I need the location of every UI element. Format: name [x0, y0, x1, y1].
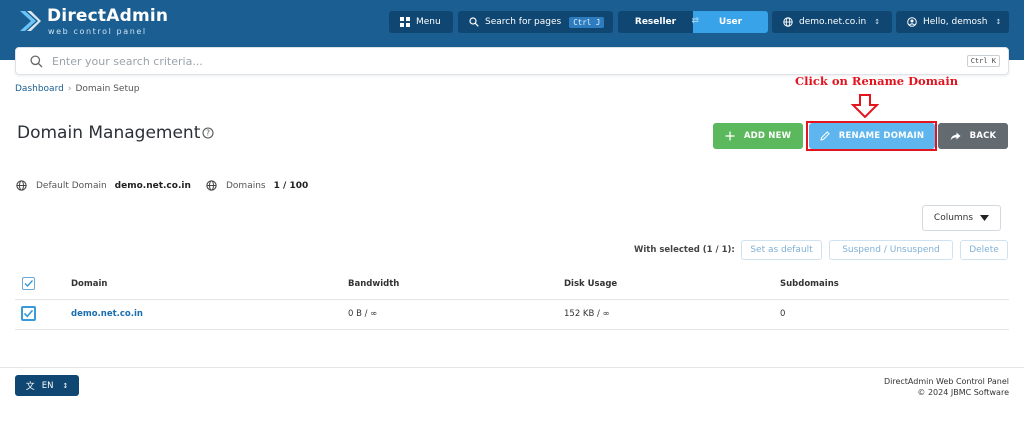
role-user[interactable]: User	[693, 11, 768, 33]
with-selected-label: With selected (1 / 1):	[634, 245, 735, 255]
default-domain-stat: Default Domain demo.net.co.in	[16, 180, 191, 191]
default-domain-label: Default Domain	[36, 180, 107, 191]
chevron-updown-icon: ↕	[874, 18, 881, 26]
footer-divider	[0, 367, 1024, 368]
search-shortcut-badge: Ctrl K	[966, 55, 1000, 67]
check-icon	[23, 309, 34, 318]
language-selector[interactable]: 文 EN ↕	[15, 375, 79, 396]
suspend-button[interactable]: Suspend / Unsuspend	[829, 240, 953, 260]
table-header: Domain Bandwidth Disk Usage Subdomains	[15, 270, 1009, 300]
search-icon	[469, 17, 479, 27]
user-menu[interactable]: Hello, demosh ↕	[896, 11, 1009, 33]
svg-text:?: ?	[206, 129, 210, 138]
select-all-checkbox[interactable]	[22, 277, 35, 290]
check-icon	[24, 280, 34, 288]
role-reseller[interactable]: Reseller ⇄	[618, 11, 699, 33]
columns-dropdown[interactable]: Columns	[922, 205, 1001, 231]
page-title: Domain Management	[17, 123, 201, 143]
role-reseller-label: Reseller	[634, 17, 677, 27]
search-input[interactable]	[52, 53, 932, 69]
back-label: BACK	[969, 131, 997, 141]
share-arrow-icon	[950, 132, 961, 141]
domains-count-stat: Domains 1 / 100	[206, 180, 308, 191]
instruction-annotation: Click on Rename Domain	[795, 74, 959, 88]
back-button[interactable]: BACK	[938, 123, 1008, 149]
translate-icon: 文	[25, 382, 35, 392]
down-arrow-icon	[851, 94, 879, 118]
breadcrumb-current: Domain Setup	[75, 84, 140, 94]
subdomains-value: 0	[780, 309, 786, 319]
default-domain-value: demo.net.co.in	[114, 180, 191, 191]
brand-name: DirectAdmin	[47, 6, 169, 26]
breadcrumb-dashboard[interactable]: Dashboard	[15, 84, 64, 94]
footer-copyright: © 2024 JBMC Software	[917, 388, 1009, 397]
logo-icon	[20, 11, 41, 31]
footer-product: DirectAdmin Web Control Panel	[883, 377, 1009, 386]
domain-link[interactable]: demo.net.co.in	[71, 309, 143, 319]
footer-text: DirectAdmin Web Control Panel © 2024 JBM…	[884, 376, 1009, 398]
col-subdomains[interactable]: Subdomains	[780, 279, 839, 289]
col-disk-usage[interactable]: Disk Usage	[564, 279, 617, 289]
plus-icon	[725, 131, 735, 141]
globe-icon	[206, 180, 217, 191]
table-row[interactable]: demo.net.co.in 0 B / ∞ 152 KB / ∞ 0	[15, 300, 1009, 330]
bandwidth-value: 0 B / ∞	[348, 309, 378, 319]
help-icon[interactable]: ?	[202, 127, 214, 139]
language-label: EN	[41, 380, 54, 391]
directadmin-logo[interactable]: DirectAdmin web control panel	[16, 6, 169, 36]
global-search[interactable]: Ctrl K	[15, 47, 1009, 75]
role-user-label: User	[718, 17, 743, 27]
role-toggle[interactable]: Reseller ⇄ User	[618, 11, 768, 33]
domain-selector-label: demo.net.co.in	[799, 17, 867, 27]
swap-icon: ⇄	[691, 16, 699, 26]
domains-value: 1 / 100	[273, 180, 309, 191]
chevron-updown-icon: ↕	[62, 381, 69, 390]
search-pages-label: Search for pages	[485, 17, 562, 27]
add-new-button[interactable]: ADD NEW	[713, 123, 803, 149]
search-pages-button[interactable]: Search for pages Ctrl J	[458, 11, 613, 33]
chevron-updown-icon: ↕	[995, 18, 1002, 26]
menu-label: Menu	[416, 17, 441, 27]
user-icon	[907, 17, 917, 27]
row-checkbox[interactable]	[21, 306, 36, 321]
search-icon	[30, 55, 43, 68]
user-greeting: Hello, demosh	[923, 17, 988, 27]
domains-label: Domains	[226, 180, 266, 191]
caret-down-icon	[980, 215, 990, 221]
breadcrumb: Dashboard › Domain Setup	[15, 84, 139, 94]
col-domain[interactable]: Domain	[71, 279, 107, 289]
col-bandwidth[interactable]: Bandwidth	[348, 279, 399, 289]
delete-button[interactable]: Delete	[960, 240, 1008, 260]
globe-icon	[783, 17, 793, 27]
highlight-box	[806, 121, 937, 151]
globe-icon	[16, 180, 27, 191]
menu-button[interactable]: Menu	[389, 11, 453, 33]
add-new-label: ADD NEW	[743, 131, 792, 141]
breadcrumb-separator: ›	[67, 84, 72, 94]
disk-usage-value: 152 KB / ∞	[564, 309, 610, 319]
grid-icon	[400, 17, 410, 27]
brand-subtitle: web control panel	[48, 27, 147, 36]
domain-selector[interactable]: demo.net.co.in ↕	[772, 11, 892, 33]
columns-label: Columns	[933, 213, 974, 223]
set-default-button[interactable]: Set as default	[741, 240, 822, 260]
shortcut-badge: Ctrl J	[569, 16, 605, 28]
